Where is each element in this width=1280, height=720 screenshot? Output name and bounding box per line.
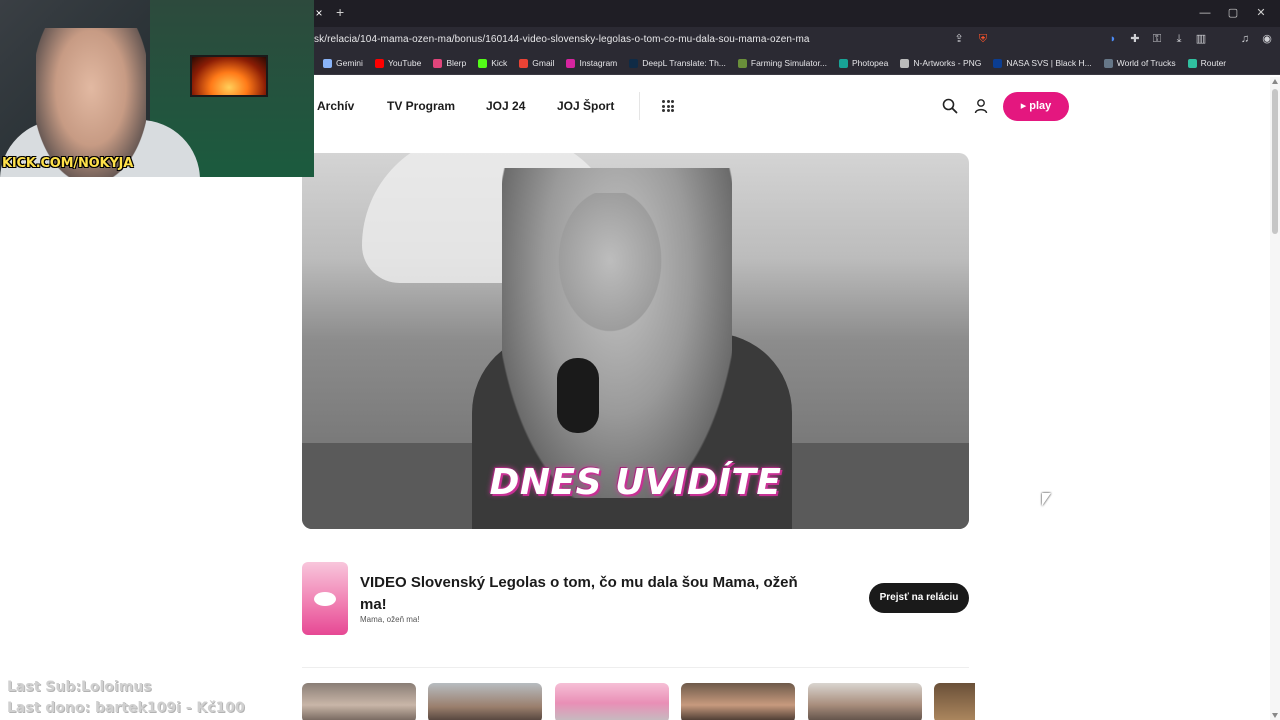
bookmark-favicon-icon (433, 58, 443, 68)
bookmark-item[interactable]: YouTube (374, 57, 422, 69)
bookmark-item[interactable]: Instagram (566, 57, 617, 69)
nav-divider (639, 92, 640, 120)
webcam-overlay: KICK.COM/NOKYJA (0, 0, 314, 177)
nav-joj-24[interactable]: JOJ 24 (486, 99, 525, 113)
bookmark-favicon-icon (1103, 58, 1113, 68)
search-icon[interactable] (942, 98, 958, 114)
tab-close-icon[interactable]: × (312, 6, 326, 20)
stream-channel-label: KICK.COM/NOKYJA (2, 156, 134, 171)
bookmark-item[interactable]: N-Artworks - PNG (900, 57, 981, 69)
streamer-face (36, 28, 146, 177)
bookmark-item[interactable]: Farming Simulator... (737, 57, 827, 69)
bookmark-favicon-icon (838, 58, 848, 68)
password-icon[interactable]: ⚿ (1150, 32, 1164, 46)
bookmark-item[interactable]: Photopea (838, 57, 889, 69)
video-player[interactable]: DNES UVIDÍTE (302, 153, 969, 529)
apps-grid-icon[interactable] (662, 100, 674, 112)
bookmark-favicon-icon (993, 58, 1003, 68)
play-button[interactable]: ▸ play (1003, 92, 1069, 121)
share-icon[interactable]: ⇪ (952, 32, 966, 46)
video-title: VIDEO Slovenský Legolas o tom, čo mu dal… (360, 574, 798, 613)
bookmark-favicon-icon (629, 58, 639, 68)
minimize-icon[interactable]: — (1198, 6, 1212, 20)
bookmark-label: Instagram (579, 58, 618, 68)
url-field[interactable]: sk/relacia/104-mama-ozen-ma/bonus/160144… (314, 34, 810, 46)
mouse-cursor-icon (1042, 493, 1051, 506)
close-window-icon[interactable]: ✕ (1254, 6, 1268, 20)
maximize-icon[interactable]: ▢ (1226, 6, 1240, 20)
page-scrollbar[interactable] (1270, 77, 1280, 720)
related-video-thumbnail[interactable] (808, 683, 922, 720)
wallet-icon[interactable]: ◉ (1260, 32, 1274, 46)
play-logo-icon: ▸ (1020, 100, 1027, 112)
show-thumbnail[interactable] (302, 562, 348, 635)
show-name[interactable]: Mama, ožeň ma! (360, 615, 420, 625)
bookmark-favicon-icon (478, 58, 488, 68)
related-video-thumbnail[interactable] (681, 683, 795, 720)
scrollbar-thumb[interactable] (1272, 89, 1278, 234)
play-label: play (1029, 100, 1052, 112)
reader-icon[interactable]: ◗ (1106, 32, 1120, 46)
bookmark-item[interactable]: NASA SVS | Black H... (993, 57, 1092, 69)
nav-archiv[interactable]: Archív (317, 99, 354, 113)
related-video-thumbnail[interactable] (934, 683, 975, 720)
scroll-up-icon[interactable] (1272, 79, 1278, 84)
bookmark-item[interactable]: Kick (478, 57, 507, 69)
microphone-icon (557, 358, 599, 433)
bookmark-item[interactable]: Gemini (323, 57, 363, 69)
bookmark-item[interactable]: Gmail (519, 57, 554, 69)
go-to-show-button[interactable]: Prejsť na reláciu (869, 583, 969, 613)
bookmark-favicon-icon (900, 58, 910, 68)
bookmark-label: N-Artworks - PNG (913, 58, 982, 68)
nav-joj-sport[interactable]: JOJ Šport (557, 99, 614, 113)
extensions-icon[interactable]: ✚ (1128, 32, 1142, 46)
bookmark-label: Photopea (851, 58, 889, 68)
brave-shield-icon[interactable]: ⛨ (976, 32, 990, 46)
bookmark-label: Blerp (446, 58, 467, 68)
scroll-down-icon[interactable] (1272, 713, 1278, 718)
bookmark-item[interactable]: World of Trucks (1103, 57, 1176, 69)
related-video-thumbnail[interactable] (555, 683, 669, 720)
music-icon[interactable]: ♫ (1238, 32, 1252, 46)
new-tab-icon[interactable]: + (336, 5, 344, 19)
related-video-thumbnail[interactable] (428, 683, 542, 720)
bookmark-favicon-icon (374, 58, 384, 68)
fireplace-tv (190, 55, 268, 97)
user-icon[interactable] (974, 98, 988, 114)
last-sub-text: Last Sub:Loloimus (7, 679, 152, 695)
bookmark-item[interactable]: DeepL Translate: Th... (629, 57, 726, 69)
bookmark-favicon-icon (323, 58, 332, 68)
download-icon[interactable]: ⤓ (1172, 32, 1186, 46)
bookmark-label: NASA SVS | Black H... (1006, 58, 1092, 68)
bookmark-label: Farming Simulator... (750, 58, 827, 68)
related-video-thumbnail[interactable] (302, 683, 416, 720)
bookmark-item[interactable]: Router (1187, 57, 1227, 69)
bookmark-favicon-icon (1187, 58, 1197, 68)
nav-tv-program[interactable]: TV Program (387, 99, 455, 113)
bookmark-label: Gmail (532, 58, 555, 68)
last-donation-text: Last dono: bartek109i - Kč100 (7, 700, 245, 716)
trash-icon[interactable]: ▥ (1194, 32, 1208, 46)
bookmark-label: YouTube (387, 58, 422, 68)
bookmark-item[interactable]: Blerp (433, 57, 466, 69)
bookmark-label: Kick (491, 58, 508, 68)
video-person-face (550, 193, 670, 343)
bookmark-label: Gemini (336, 58, 363, 68)
section-divider (302, 667, 969, 668)
bookmark-label: Router (1200, 58, 1227, 68)
video-caption: DNES UVIDÍTE (489, 462, 782, 503)
bookmark-label: World of Trucks (1116, 58, 1176, 68)
bookmark-favicon-icon (519, 58, 529, 68)
bookmark-label: DeepL Translate: Th... (642, 58, 726, 68)
show-logo (314, 592, 336, 606)
bookmark-favicon-icon (737, 58, 747, 68)
bookmark-favicon-icon (566, 58, 576, 68)
